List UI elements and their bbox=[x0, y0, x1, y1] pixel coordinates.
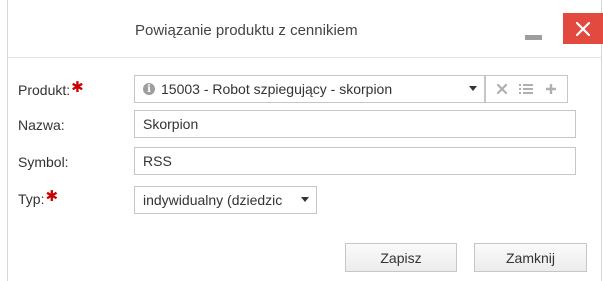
product-label: Produkt:✱ bbox=[18, 79, 84, 99]
list-icon[interactable] bbox=[519, 83, 534, 95]
product-select-value: 15003 - Robot szpiegujący - skorpion bbox=[161, 81, 393, 97]
close-button[interactable]: Zamknij bbox=[474, 243, 587, 272]
clear-icon[interactable] bbox=[496, 83, 508, 95]
dialog: Powiązanie produktu z cennikiem Produkt:… bbox=[7, 0, 603, 281]
product-select[interactable]: i 15003 - Robot szpiegujący - skorpion bbox=[134, 75, 485, 103]
symbol-label: Symbol: bbox=[18, 154, 69, 170]
product-label-text: Produkt: bbox=[18, 82, 71, 98]
close-icon bbox=[575, 21, 591, 36]
symbol-input-value: RSS bbox=[143, 153, 172, 169]
close-window-button[interactable] bbox=[563, 13, 603, 44]
type-select[interactable]: indywidualny (dziedzic bbox=[134, 186, 317, 214]
dialog-title: Powiązanie produktu z cennikiem bbox=[135, 22, 358, 39]
chevron-down-icon bbox=[301, 197, 309, 202]
name-input[interactable]: Skorpion bbox=[134, 110, 576, 138]
name-label: Nazwa: bbox=[18, 117, 65, 133]
info-icon: i bbox=[143, 83, 155, 95]
type-select-value: indywidualny (dziedzic bbox=[143, 192, 283, 208]
save-button[interactable]: Zapisz bbox=[345, 243, 457, 272]
type-label-text: Typ: bbox=[18, 191, 45, 207]
chevron-down-icon bbox=[469, 86, 477, 91]
symbol-input[interactable]: RSS bbox=[134, 147, 576, 175]
add-icon[interactable] bbox=[545, 83, 557, 95]
minimize-icon[interactable] bbox=[525, 35, 542, 40]
name-input-value: Skorpion bbox=[143, 116, 199, 132]
type-label: Typ:✱ bbox=[18, 188, 59, 208]
required-mark: ✱ bbox=[45, 188, 59, 205]
dialog-titlebar: Powiązanie produktu z cennikiem bbox=[8, 0, 603, 58]
product-tools bbox=[485, 75, 568, 103]
required-mark: ✱ bbox=[71, 79, 84, 96]
